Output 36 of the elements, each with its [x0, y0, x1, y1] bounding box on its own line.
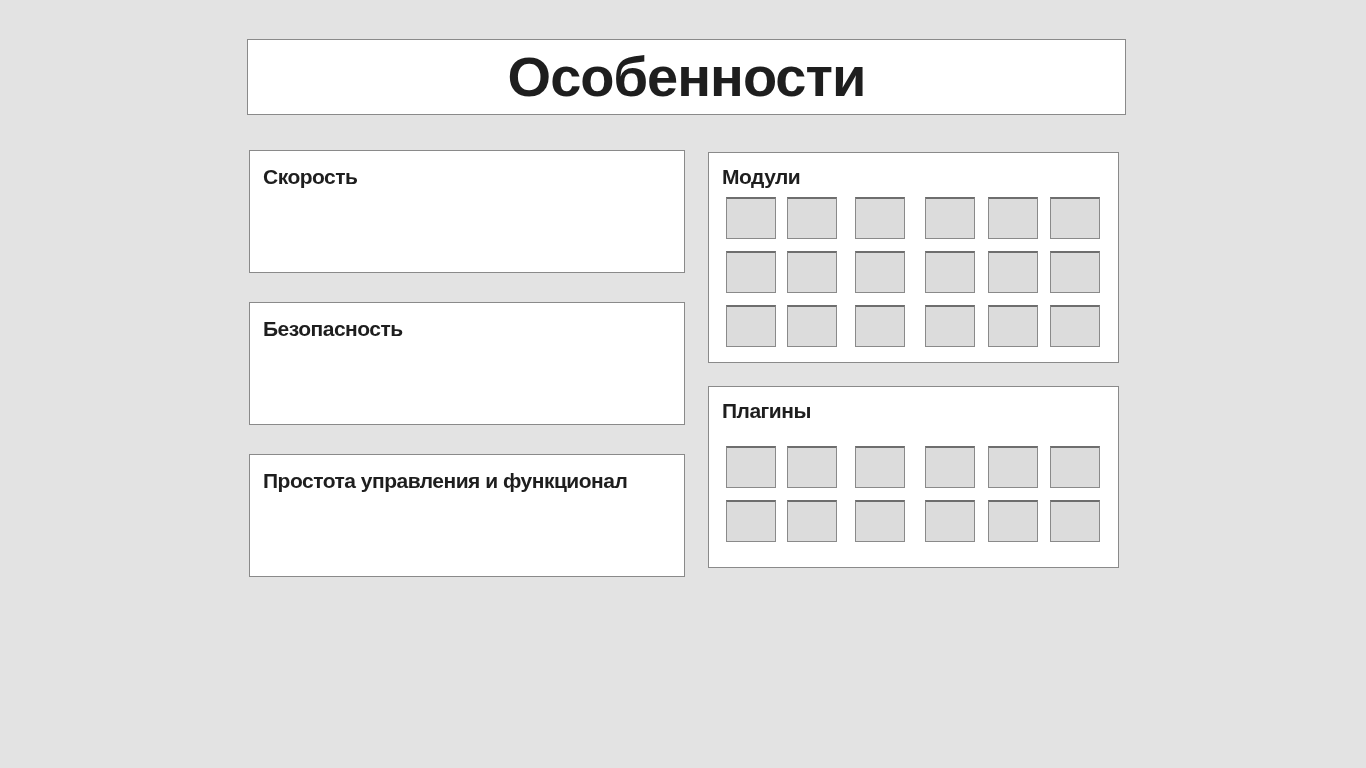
tile-placeholder: [1050, 500, 1100, 542]
tile-placeholder: [855, 500, 905, 542]
tile-placeholder: [855, 304, 905, 347]
tile-placeholder: [988, 304, 1038, 347]
tile-placeholder: [925, 304, 975, 347]
tile-placeholder: [787, 250, 837, 293]
tile-placeholder: [726, 250, 776, 293]
tile-placeholder: [925, 446, 975, 488]
tile-placeholder: [925, 500, 975, 542]
tile-placeholder: [855, 250, 905, 293]
tile-placeholder: [988, 500, 1038, 542]
card-heading: Плагины: [722, 397, 812, 424]
tile-placeholder: [726, 500, 776, 542]
tile-placeholder: [726, 196, 776, 239]
card-heading: Безопасность: [263, 316, 404, 342]
tile-placeholder: [1050, 196, 1100, 239]
card-heading: Простота управления и функционал: [263, 468, 629, 494]
tile-placeholder: [787, 446, 837, 488]
tile-placeholder: [1050, 250, 1100, 293]
tile-placeholder: [988, 446, 1038, 488]
tile-placeholder: [787, 196, 837, 239]
tile-placeholder: [988, 250, 1038, 293]
tile-placeholder: [925, 250, 975, 293]
page-title: Особенности: [507, 49, 866, 105]
tile-placeholder: [787, 304, 837, 347]
card-heading: Скорость: [263, 164, 359, 190]
tile-placeholder: [925, 196, 975, 239]
tile-placeholder: [988, 196, 1038, 239]
tile-placeholder: [787, 500, 837, 542]
tile-placeholder: [1050, 304, 1100, 347]
card-heading: Модули: [722, 164, 802, 190]
tile-placeholder: [726, 446, 776, 488]
tile-placeholder: [1050, 446, 1100, 488]
tile-placeholder: [726, 304, 776, 347]
tile-placeholder: [855, 446, 905, 488]
tile-placeholder: [855, 196, 905, 239]
